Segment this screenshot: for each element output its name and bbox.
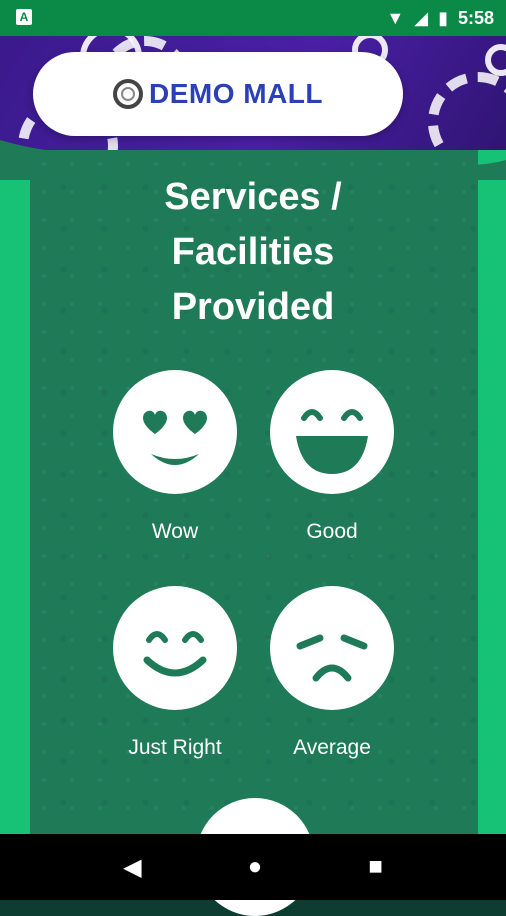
heart-eyes-face-icon[interactable]	[113, 370, 237, 494]
signal-icon: ◢	[414, 7, 429, 28]
rating-option-just-right[interactable]: Just Right	[100, 586, 250, 760]
status-bar: A ▼ ◢ ▮ 5:58	[0, 0, 506, 36]
battery-icon: ▮	[438, 7, 448, 28]
wifi-icon: ▼	[386, 7, 405, 28]
brand-name: DEMO MALL	[148, 78, 324, 109]
page-title-line: Services /	[164, 176, 342, 218]
rating-label: Average	[293, 736, 371, 759]
sad-face-icon[interactable]	[270, 586, 394, 710]
rating-label: Wow	[151, 520, 199, 543]
rating-option-average[interactable]: Average	[257, 586, 407, 760]
brand-logo: DEMO MALL	[33, 52, 403, 136]
logo-ring-icon	[112, 79, 143, 109]
rating-option-good[interactable]: Good	[257, 370, 407, 544]
smiling-face-icon[interactable]	[113, 586, 237, 710]
laughing-face-icon[interactable]	[270, 370, 394, 494]
decor-circle	[485, 44, 506, 76]
page-title-line: Facilities	[171, 231, 335, 273]
status-icons: ▼ ◢ ▮ 5:58	[386, 6, 494, 30]
notification-icon: A	[16, 9, 32, 25]
rating-option-wow[interactable]: Wow	[100, 370, 250, 544]
page-title: Services / Facilities Provided	[0, 170, 506, 335]
rating-label: Just Right	[128, 736, 222, 759]
recents-icon[interactable]: ■	[368, 853, 383, 881]
back-icon[interactable]: ◀	[123, 853, 141, 882]
home-icon[interactable]: ●	[248, 853, 263, 881]
rating-label: Good	[306, 520, 358, 543]
clock: 5:58	[457, 7, 494, 28]
page-title-line: Provided	[171, 286, 335, 328]
system-nav-bar: ◀ ● ■	[0, 834, 506, 900]
